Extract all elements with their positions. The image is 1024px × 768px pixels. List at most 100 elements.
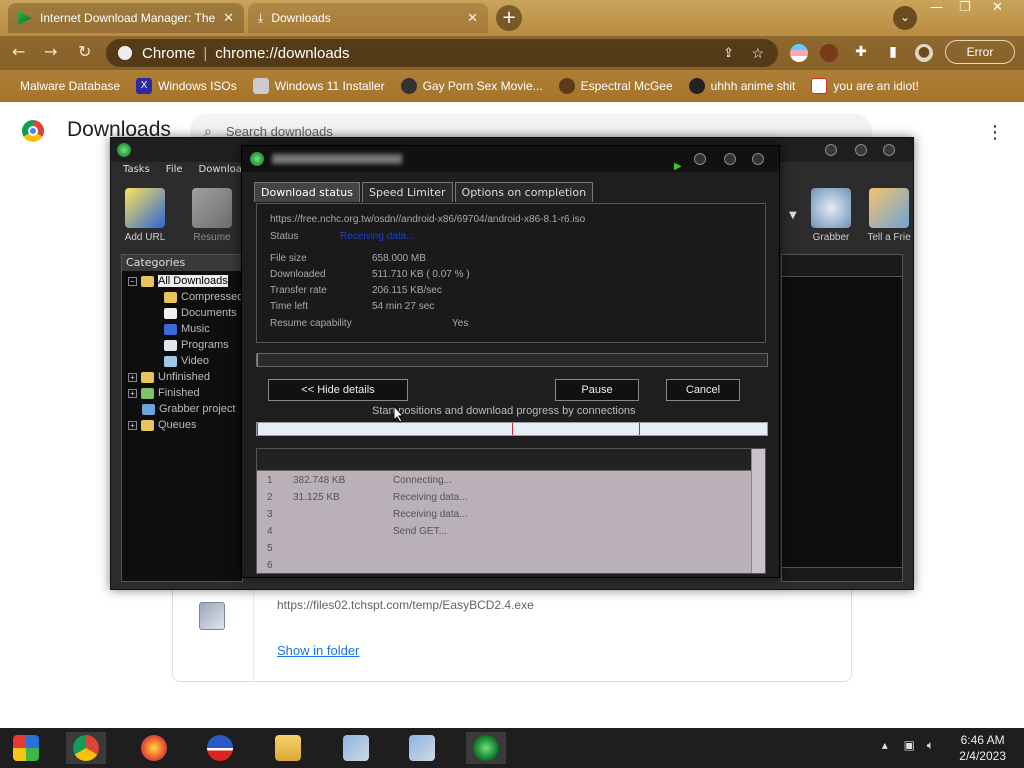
- cancel-button[interactable]: Cancel: [666, 379, 740, 401]
- category-finished[interactable]: + Finished: [128, 387, 200, 399]
- taskbar: ▴ ▣ 🔈︎ 6:46 AM 2/4/2023: [0, 728, 1024, 768]
- expand-icon[interactable]: +: [128, 420, 137, 430]
- table-row[interactable]: 4 Send GET...: [257, 526, 752, 542]
- show-in-folder-link[interactable]: Show in folder: [277, 643, 359, 658]
- taskbar-firefox[interactable]: [134, 732, 174, 764]
- list-scrollbar[interactable]: [782, 567, 902, 581]
- minimize-button[interactable]: [694, 153, 706, 165]
- profile-icon[interactable]: ●: [915, 44, 933, 62]
- toolbar-label: Add URL: [124, 232, 166, 243]
- address-bar[interactable]: Chrome | chrome://downloads ⇪ ☆: [106, 39, 778, 67]
- taskbar-installer-1[interactable]: [336, 732, 376, 764]
- table-row[interactable]: 5: [257, 543, 752, 559]
- category-documents[interactable]: Documents: [164, 307, 237, 319]
- tray-expand-icon[interactable]: ▴: [882, 738, 888, 752]
- tab-downloads[interactable]: ⤓ Downloads ✕: [248, 3, 488, 33]
- add-url-button[interactable]: Add URL: [119, 188, 171, 243]
- tab-search-button[interactable]: ⌄: [893, 6, 917, 30]
- table-row[interactable]: 2 31.125 KB Receiving data...: [257, 492, 752, 508]
- extension-flag-icon[interactable]: [790, 44, 808, 62]
- bookmark-label: Gay Porn Sex Movie...: [422, 79, 543, 93]
- bookmark-star-icon[interactable]: ☆: [751, 45, 764, 62]
- taskbar-chrome[interactable]: [66, 732, 106, 764]
- extensions-puzzle-icon[interactable]: ✚: [852, 44, 870, 62]
- category-grabber-project[interactable]: Grabber project: [142, 403, 235, 415]
- resume-button[interactable]: Resume: [187, 188, 237, 243]
- maximize-button[interactable]: [724, 153, 736, 165]
- bookmark-item[interactable]: Espectral McGee: [558, 78, 673, 94]
- dialog-tabs: Download status Speed Limiter Options on…: [254, 182, 595, 202]
- new-tab-button[interactable]: +: [496, 5, 522, 31]
- table-scrollbar[interactable]: [751, 449, 765, 573]
- taskbar-file-explorer[interactable]: [268, 732, 308, 764]
- minimize-button[interactable]: [825, 144, 837, 156]
- table-row[interactable]: 1 382.748 KB Connecting...: [257, 475, 752, 491]
- bookmark-label: uhhh anime shit: [710, 79, 796, 93]
- expand-icon[interactable]: +: [128, 388, 137, 398]
- taskbar-installer-2[interactable]: [402, 732, 442, 764]
- bookmark-item[interactable]: Malware Database: [20, 78, 120, 94]
- obama-logo-icon: [207, 735, 233, 761]
- category-queues[interactable]: + Queues: [128, 419, 197, 431]
- close-icon[interactable]: ✕: [223, 10, 234, 26]
- download-list: [781, 254, 903, 582]
- taskbar-app[interactable]: [200, 732, 240, 764]
- bookmark-item[interactable]: you are an idiot!: [811, 78, 919, 94]
- bookmark-item[interactable]: X Windows ISOs: [136, 78, 237, 94]
- taskbar-idm[interactable]: [466, 732, 506, 764]
- grabber-project-icon: [142, 403, 155, 415]
- tab-download-status[interactable]: Download status: [254, 182, 360, 202]
- conn-number: 4: [267, 526, 273, 537]
- download-url: https://files02.tchspt.com/temp/EasyBCD2…: [277, 598, 534, 612]
- close-window-button[interactable]: ✕: [992, 0, 1003, 15]
- toolbar-label: Resume: [193, 232, 231, 243]
- start-button[interactable]: [6, 732, 46, 764]
- error-button[interactable]: Error: [945, 40, 1015, 64]
- more-options-icon[interactable]: ⋮: [986, 122, 1004, 143]
- field-value: 54 min 27 sec: [372, 301, 435, 312]
- reload-icon[interactable]: ↻: [78, 42, 91, 61]
- tab-options-on-completion[interactable]: Options on completion: [454, 182, 594, 202]
- bookmark-item[interactable]: uhhh anime shit: [688, 78, 796, 94]
- restore-button[interactable]: ❐: [959, 0, 971, 15]
- volume-icon[interactable]: 🔈︎: [927, 738, 934, 752]
- category-programs[interactable]: Programs: [164, 339, 229, 351]
- bookmark-label: Windows 11 Installer: [274, 79, 385, 93]
- bookmark-item[interactable]: Windows 11 Installer: [252, 78, 385, 94]
- forward-icon[interactable]: →: [44, 42, 57, 61]
- field-label: File size: [270, 253, 307, 264]
- hide-details-button[interactable]: << Hide details: [268, 379, 408, 401]
- close-icon[interactable]: ✕: [467, 10, 478, 26]
- tab-speed-limiter[interactable]: Speed Limiter: [361, 182, 453, 202]
- table-row[interactable]: 6: [257, 560, 752, 573]
- side-panel-icon[interactable]: ▮: [884, 44, 902, 62]
- menu-tasks[interactable]: Tasks: [115, 164, 158, 175]
- category-unfinished[interactable]: + Unfinished: [128, 371, 210, 383]
- close-button[interactable]: [883, 144, 895, 156]
- grabber-button[interactable]: Grabber: [807, 188, 855, 243]
- tab-idm[interactable]: Internet Download Manager: The ✕: [8, 3, 244, 33]
- category-video[interactable]: Video: [164, 355, 209, 367]
- maximize-button[interactable]: [855, 144, 867, 156]
- extension-avatar-icon[interactable]: [820, 44, 838, 62]
- share-icon[interactable]: ⇪: [723, 45, 734, 61]
- minimize-button[interactable]: —: [930, 0, 943, 15]
- table-row[interactable]: 3 Receiving data...: [257, 509, 752, 525]
- close-button[interactable]: [752, 153, 764, 165]
- start-icon: [13, 735, 39, 761]
- dropdown-arrow-icon[interactable]: ▼: [789, 210, 797, 221]
- pause-button[interactable]: Pause: [555, 379, 639, 401]
- bookmark-item[interactable]: Gay Porn Sex Movie...: [400, 78, 543, 94]
- back-icon[interactable]: ←: [12, 42, 25, 61]
- tell-a-friend-button[interactable]: Tell a Frie: [865, 188, 913, 243]
- menu-file[interactable]: File: [158, 164, 191, 175]
- category-compressed[interactable]: Compressed: [164, 291, 243, 303]
- clock[interactable]: 6:46 AM 2/4/2023: [959, 732, 1006, 764]
- expand-icon[interactable]: +: [128, 372, 137, 382]
- conn-number: 5: [267, 543, 273, 554]
- category-all-downloads[interactable]: − All Downloads: [128, 275, 228, 287]
- status-panel: https://free.nchc.org.tw/osdn//android-x…: [256, 203, 766, 343]
- network-icon[interactable]: ▣: [904, 738, 915, 752]
- category-music[interactable]: Music: [164, 323, 210, 335]
- collapse-icon[interactable]: −: [128, 276, 137, 286]
